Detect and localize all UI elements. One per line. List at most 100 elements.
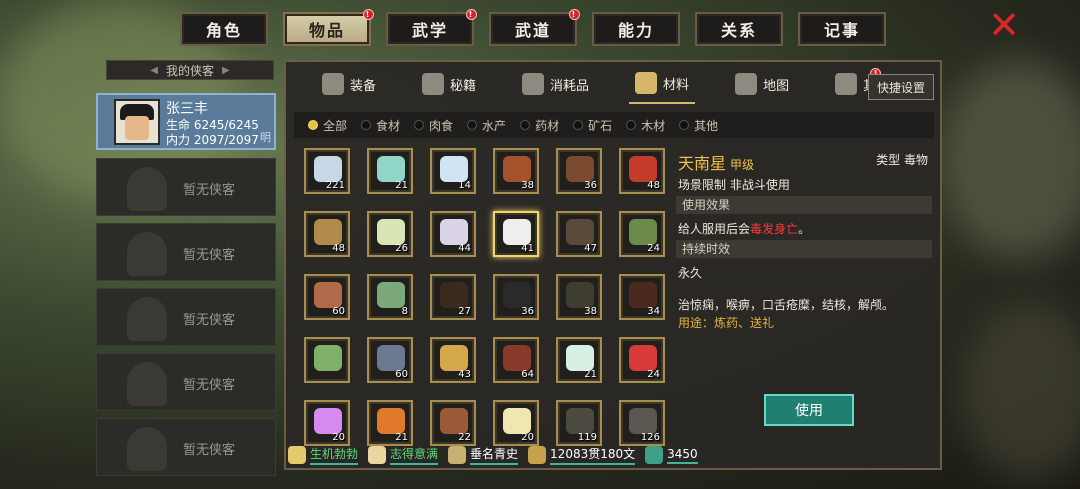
subtab-4[interactable]: 地图 [729,64,795,104]
inventory-slot[interactable]: 36 [493,274,539,320]
quick-settings-button[interactable]: 快捷设置 [868,74,934,100]
filter-option[interactable]: 矿石 [573,117,612,134]
notification-badge-icon: ! [466,9,477,20]
top-tab-4[interactable]: 能力 [592,12,680,46]
inventory-slot[interactable]: 47 [556,211,602,257]
gold-ore-icon [440,345,468,371]
effect-warning: 毒发身亡 [750,222,799,236]
filter-label: 水产 [482,118,507,133]
subtab-label: 秘籍 [450,78,477,94]
status-label: 3450 [667,447,698,464]
status-bar: 生机勃勃 志得意满 垂名青史 12083贯180文 3450 [288,442,938,468]
status-item: 12083贯180文 [528,445,636,465]
top-tab-6[interactable]: 记事 [798,12,886,46]
top-tab-1[interactable]: 物品! [283,9,374,46]
top-tab-0[interactable]: 角色 [180,12,268,46]
item-count: 21 [395,180,408,191]
scroll-icon [448,446,467,464]
hero-card[interactable]: 张三丰 生命 6245/6245 内力 2097/2097 明 [96,93,276,150]
bug-icon [566,282,594,308]
inventory-slot[interactable]: 126 [619,400,665,446]
inventory-slot[interactable] [304,337,350,383]
misc-icon [835,73,858,95]
ice-cube-icon [440,156,468,182]
item-count: 38 [584,306,597,317]
empty-hero-slot[interactable]: 暂无侠客 [96,158,276,216]
hero-silhouette-icon [127,362,167,406]
top-tab-label: 武道 [514,21,551,40]
filter-option[interactable]: 食材 [361,117,400,134]
inventory-slot[interactable]: 38 [493,148,539,194]
empty-hero-slot[interactable]: 暂无侠客 [96,353,276,411]
top-tab-label: 武学 [411,21,448,40]
inventory-slot[interactable]: 21 [367,148,413,194]
filter-option[interactable]: 水产 [467,117,506,134]
jade-coin-icon [645,446,664,464]
filter-option[interactable]: 药材 [520,117,559,134]
inventory-slot[interactable]: 38 [556,274,602,320]
hero-avatar [114,99,160,145]
close-x-icon[interactable]: ✕ [986,6,1022,44]
subtab-label: 地图 [763,78,790,94]
subtab-label: 材料 [663,77,690,93]
inventory-slot[interactable]: 8 [367,274,413,320]
top-tab-label: 记事 [823,21,860,40]
inventory-slot[interactable]: 119 [556,400,602,446]
centipede-icon [440,282,468,308]
inventory-slot[interactable]: 48 [619,148,665,194]
radio-icon [414,120,425,130]
duration-value: 永久 [678,266,703,280]
subtab-2[interactable]: 消耗品 [516,64,595,104]
inventory-slot[interactable]: 14 [430,148,476,194]
inventory-slot[interactable]: 24 [619,337,665,383]
empty-hero-slot[interactable]: 暂无侠客 [96,288,276,346]
inventory-slot[interactable]: 34 [619,274,665,320]
empty-hero-slot[interactable]: 暂无侠客 [96,223,276,281]
top-tab-bar: 角色 物品! 武学! 武道! 能力 关系 记事 [180,9,886,46]
inventory-slot[interactable]: 20 [304,400,350,446]
use-button[interactable]: 使用 [764,394,854,426]
inventory-slot[interactable]: 48 [304,211,350,257]
filter-option[interactable]: 木材 [626,117,665,134]
inventory-slot[interactable]: 21 [556,337,602,383]
empty-hero-slot[interactable]: 暂无侠客 [96,418,276,476]
empty-slot-label: 暂无侠客 [183,183,236,198]
book-icon [422,73,445,95]
top-tab-5[interactable]: 关系 [695,12,783,46]
herb-flower-icon [440,219,468,245]
inventory-slot[interactable]: 64 [493,337,539,383]
inventory-slot[interactable]: 20 [493,400,539,446]
inventory-slot[interactable]: 41 [493,211,539,257]
inventory-slot[interactable]: 26 [367,211,413,257]
log-icon [440,408,468,434]
item-count: 60 [332,306,345,317]
filter-option[interactable]: 肉食 [414,117,453,134]
top-tab-label: 能力 [617,21,654,40]
subtab-1[interactable]: 秘籍 [416,64,482,104]
radio-icon [573,120,584,130]
subtab-0[interactable]: 装备 [316,64,382,104]
radio-icon [308,120,318,130]
inventory-slot[interactable]: 27 [430,274,476,320]
inventory-slot[interactable]: 43 [430,337,476,383]
subtab-3[interactable]: 材料 [629,64,696,104]
top-tab-2[interactable]: 武学! [386,9,477,46]
top-tab-3[interactable]: 武道! [489,9,580,46]
status-label: 12083贯180文 [550,445,636,465]
filter-option[interactable]: 全部 [308,117,347,134]
inventory-slot[interactable]: 44 [430,211,476,257]
inventory-slot[interactable]: 60 [304,274,350,320]
item-grid: 221 21 14 38 36 48 48 26 44 41 47 24 60 8 27 36 38 34 60 43… [304,148,674,470]
item-count: 47 [584,243,597,254]
inventory-slot[interactable]: 21 [367,400,413,446]
ant-icon [629,282,657,308]
inventory-slot[interactable]: 221 [304,148,350,194]
filter-option[interactable]: 其他 [679,117,718,134]
inventory-slot[interactable]: 24 [619,211,665,257]
hero-silhouette-icon [127,427,167,471]
inventory-slot[interactable]: 60 [367,337,413,383]
inventory-slot[interactable]: 36 [556,148,602,194]
item-count: 34 [647,306,660,317]
status-item: 志得意满 [368,445,439,465]
inventory-slot[interactable]: 22 [430,400,476,446]
